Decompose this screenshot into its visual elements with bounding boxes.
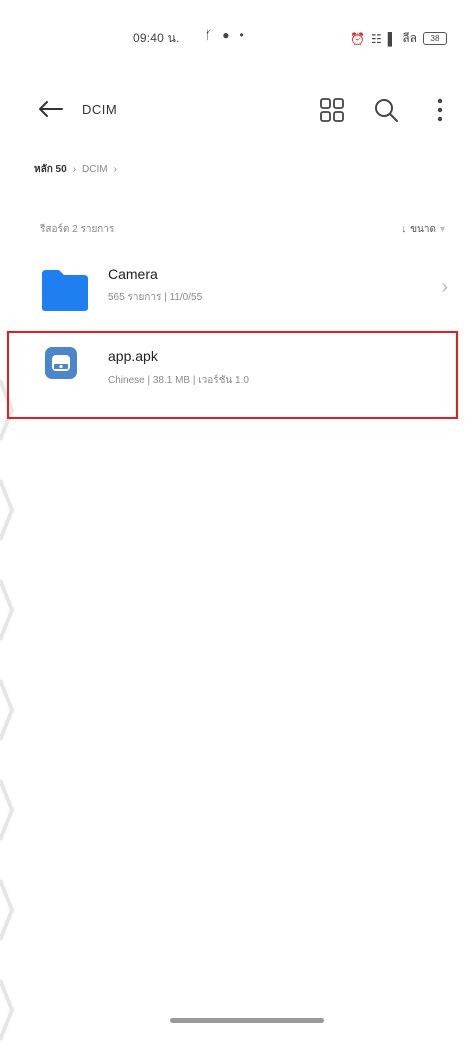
chevron-right-icon: › [113, 164, 117, 175]
breadcrumb-root[interactable]: หลัก 50 [34, 162, 67, 177]
messenger-icon: ● [222, 28, 230, 42]
carrier-text: ลีล [402, 31, 417, 45]
sort-arrow-icon: ↓ [401, 224, 407, 235]
dot-icon: • [239, 28, 244, 42]
status-time: 09:40 น. [133, 31, 180, 45]
home-indicator[interactable] [170, 1018, 324, 1023]
page-title: DCIM [82, 102, 118, 117]
edge-watermark [0, 379, 15, 1041]
more-vert-icon[interactable] [426, 96, 454, 124]
list-item-camera[interactable]: Camera 565 รายการ | 11/0/55 › [0, 258, 473, 320]
file-name: Camera [108, 266, 158, 282]
breadcrumb: หลัก 50 › DCIM › [34, 162, 117, 177]
selection-highlight [7, 331, 458, 419]
alarm-icon: ⏰ [350, 31, 365, 46]
status-bar: 09:40 น. ᚶ ● • ⏰ ☷ ▌ ลีล 38 [0, 26, 473, 52]
sort-button[interactable]: ↓ ขนาด ▾ [401, 222, 445, 237]
search-icon[interactable] [372, 96, 400, 124]
bluetooth-icon: ᚶ [205, 28, 213, 42]
folder-icon [42, 270, 88, 311]
sort-label: ขนาด [410, 224, 436, 235]
grid-view-icon[interactable] [318, 96, 346, 124]
item-count: รีสอร์ต 2 รายการ [40, 224, 115, 235]
status-icons-left: ᚶ ● • [205, 28, 244, 42]
chevron-right-icon: › [72, 164, 77, 175]
wifi-calling-icon: ☷ [371, 31, 382, 46]
file-meta: 565 รายการ | 11/0/55 [108, 292, 203, 303]
back-arrow-icon[interactable] [36, 97, 64, 121]
status-icons-right: ⏰ ☷ ▌ ลีล 38 [350, 29, 447, 48]
breadcrumb-item-dcim[interactable]: DCIM [82, 164, 108, 175]
list-header: รีสอร์ต 2 รายการ ↓ ขนาด ▾ [0, 222, 473, 242]
chevron-down-icon: ▾ [439, 224, 445, 235]
signal-icon: ▌ [387, 31, 397, 46]
battery-icon: 38 [423, 32, 447, 45]
chevron-right-icon: › [441, 276, 448, 298]
toolbar: DCIM [0, 84, 473, 138]
